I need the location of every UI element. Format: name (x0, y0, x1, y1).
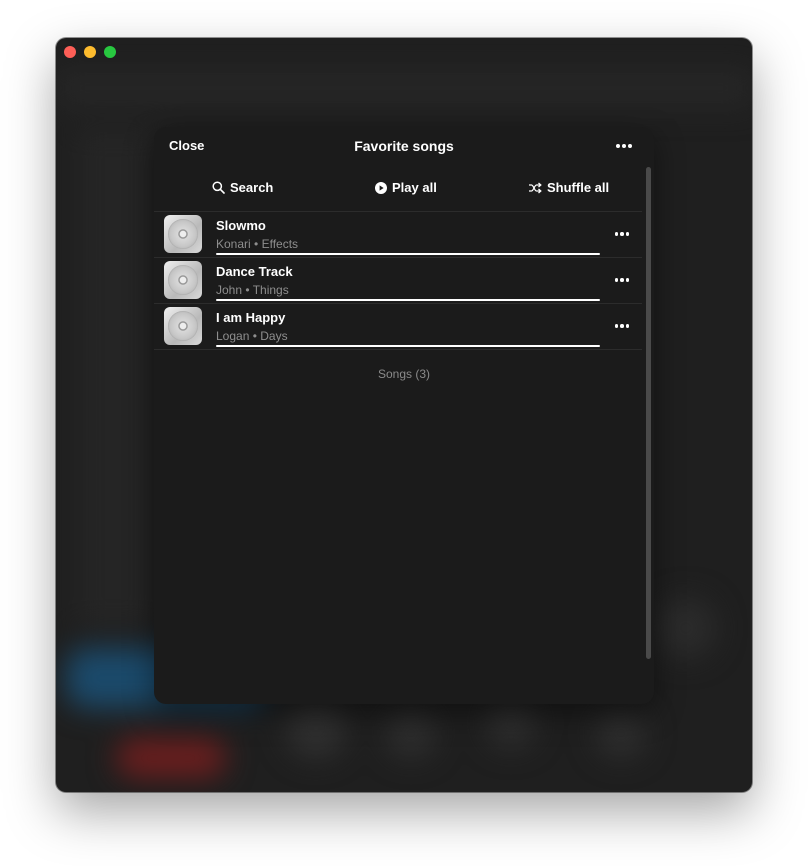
album-art-disc-icon (164, 307, 202, 345)
song-artist: John (216, 283, 243, 297)
song-album: Days (260, 329, 288, 343)
song-title: Slowmo (216, 218, 266, 233)
favorite-songs-sheet: Close Favorite songs Search Play all Shu… (154, 127, 654, 704)
search-label: Search (230, 180, 274, 195)
ellipsis-icon (612, 318, 632, 334)
song-subtitle: Konari • Effects (216, 237, 298, 251)
song-more-button[interactable] (612, 318, 632, 334)
song-row-slowmo[interactable]: Slowmo Konari • Effects (154, 212, 642, 258)
ellipsis-icon (612, 137, 636, 155)
song-list: Slowmo Konari • Effects Dance Track John… (154, 211, 642, 350)
shuffle-all-label: Shuffle all (547, 180, 610, 195)
song-subtitle: John • Things (216, 283, 289, 297)
window-close-button[interactable] (64, 46, 76, 58)
song-album: Things (252, 283, 289, 297)
action-bar: Search Play all Shuffle all (154, 171, 644, 207)
sheet-header: Close Favorite songs (154, 127, 654, 165)
song-progress-bar (216, 253, 600, 255)
more-options-button[interactable] (612, 137, 636, 155)
album-art-disc-icon (164, 261, 202, 299)
scrollbar[interactable] (646, 167, 651, 659)
song-progress-bar (216, 345, 600, 347)
song-row-i-am-happy[interactable]: I am Happy Logan • Days (154, 304, 642, 350)
window-minimize-button[interactable] (84, 46, 96, 58)
song-title: Dance Track (216, 264, 293, 279)
album-art-disc-icon (164, 215, 202, 253)
song-artist: Konari (216, 237, 251, 251)
song-separator: • (254, 237, 259, 251)
play-circle-icon (375, 181, 387, 194)
song-title: I am Happy (216, 310, 286, 325)
shuffle-all-button[interactable]: Shuffle all (528, 180, 609, 195)
song-album: Effects (261, 237, 299, 251)
song-separator: • (252, 329, 257, 343)
song-separator: • (245, 283, 250, 297)
play-all-label: Play all (392, 180, 437, 195)
play-all-button[interactable]: Play all (375, 180, 437, 195)
window-zoom-button[interactable] (104, 46, 116, 58)
search-icon (212, 181, 225, 194)
search-button[interactable]: Search (212, 180, 273, 195)
close-button[interactable]: Close (169, 138, 204, 153)
song-more-button[interactable] (612, 226, 632, 242)
song-artist: Logan (216, 329, 250, 343)
sheet-title: Favorite songs (354, 138, 454, 154)
shuffle-icon (529, 182, 542, 193)
song-progress-bar (216, 299, 600, 301)
song-more-button[interactable] (612, 272, 632, 288)
song-subtitle: Logan • Days (216, 329, 288, 343)
ellipsis-icon (612, 226, 632, 242)
song-row-dance-track[interactable]: Dance Track John • Things (154, 258, 642, 304)
songs-count-footer: Songs (3) (377, 367, 431, 381)
ellipsis-icon (612, 272, 632, 288)
